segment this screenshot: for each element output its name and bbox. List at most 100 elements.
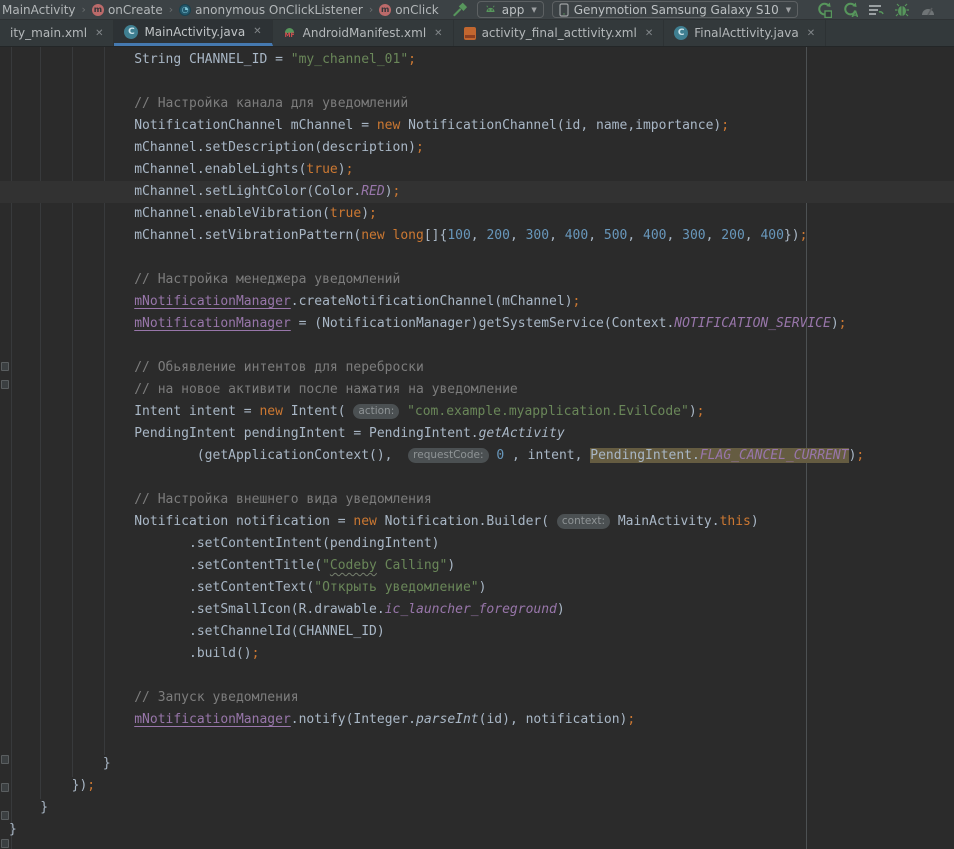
code-token: ) [831, 316, 839, 331]
close-icon[interactable]: ✕ [645, 28, 653, 39]
svg-text:A: A [852, 10, 859, 18]
run-config-label: app [502, 3, 525, 17]
breadcrumb-item-class[interactable]: MainActivity [2, 3, 76, 17]
tab-finalacttivity-java[interactable]: C FinalActtivity.java ✕ [664, 20, 826, 46]
code-token: ; [252, 646, 260, 661]
code-line[interactable] [0, 731, 954, 753]
code-token: ) [338, 162, 346, 177]
code-line[interactable]: .setChannelId(CHANNEL_ID) [0, 621, 954, 643]
code-line[interactable]: NotificationChannel mChannel = new Notif… [0, 115, 954, 137]
code-token: true [306, 162, 337, 177]
code-token: ; [721, 118, 729, 133]
close-icon[interactable]: ✕ [95, 28, 103, 39]
code-token: , [745, 228, 761, 243]
code-token: this [720, 514, 751, 529]
breadcrumb-separator-icon: › [168, 3, 174, 16]
code-line[interactable] [0, 665, 954, 687]
close-icon[interactable]: ✕ [807, 28, 815, 39]
code-token [9, 294, 134, 309]
code-token: .setContentIntent(pendingIntent) [9, 536, 439, 551]
tab-androidmanifest-xml[interactable]: MF AndroidManifest.xml ✕ [273, 20, 454, 46]
code-token: .notify(Integer. [291, 712, 416, 727]
code-line[interactable]: } [0, 797, 954, 819]
code-line[interactable]: mChannel.enableVibration(true); [0, 203, 954, 225]
code-line[interactable]: Notification notification = new Notifica… [0, 511, 954, 533]
code-token: , [627, 228, 643, 243]
profile-icon[interactable] [920, 2, 936, 18]
code-token: // на новое активити после нажатия на ув… [9, 382, 518, 397]
code-line[interactable]: } [0, 753, 954, 775]
code-line[interactable]: PendingIntent pendingIntent = PendingInt… [0, 423, 954, 445]
code-line[interactable]: mChannel.setVibrationPattern(new long[]{… [0, 225, 954, 247]
code-line[interactable]: // Настройка менеджера уведомлений [0, 269, 954, 291]
code-area[interactable]: String CHANNEL_ID = "my_channel_01"; // … [0, 47, 954, 841]
tab-activity-final-xml[interactable]: activity_final_acttivity.xml ✕ [454, 20, 665, 46]
code-token: .createNotificationChannel(mChannel) [291, 294, 573, 309]
attach-debugger-icon[interactable] [868, 2, 884, 18]
code-line[interactable]: mChannel.setLightColor(Color.RED); [0, 181, 954, 203]
close-icon[interactable]: ✕ [434, 28, 442, 39]
debug-icon[interactable] [894, 2, 910, 18]
code-line[interactable]: // на новое активити после нажатия на ув… [0, 379, 954, 401]
code-line[interactable]: String CHANNEL_ID = "my_channel_01"; [0, 49, 954, 71]
code-line[interactable]: // Обьявление интентов для переброски [0, 357, 954, 379]
code-token: (id), notification) [479, 712, 628, 727]
code-token: ; [408, 52, 416, 67]
code-token: .setSmallIcon(R.drawable. [9, 602, 385, 617]
code-line[interactable]: } [0, 819, 954, 841]
code-line[interactable]: Intent intent = new Intent( action: "com… [0, 401, 954, 423]
code-line[interactable]: mNotificationManager.createNotificationC… [0, 291, 954, 313]
code-token: } [9, 822, 17, 837]
code-line[interactable] [0, 247, 954, 269]
code-token: ; [839, 316, 847, 331]
close-icon[interactable]: ✕ [253, 26, 261, 37]
code-line[interactable]: .setSmallIcon(R.drawable.ic_launcher_for… [0, 599, 954, 621]
code-line[interactable]: (getApplicationContext(), requestCode: 0… [0, 445, 954, 467]
code-line[interactable] [0, 71, 954, 93]
build-hammer-icon[interactable] [453, 2, 469, 18]
code-token: MainActivity. [610, 514, 720, 529]
breadcrumb-item-oncreate[interactable]: m onCreate [92, 3, 163, 17]
code-line[interactable]: // Настройка канала для уведомлений [0, 93, 954, 115]
tab-mainactivity-java[interactable]: C MainActivity.java ✕ [114, 20, 272, 46]
code-token: NotificationChannel(id, name,importance) [400, 118, 721, 133]
apply-code-changes-icon[interactable]: A [842, 2, 858, 18]
code-token: ; [856, 448, 864, 463]
code-line[interactable]: // Запуск уведомления [0, 687, 954, 709]
code-line[interactable]: mChannel.enableLights(true); [0, 159, 954, 181]
code-line[interactable]: }); [0, 775, 954, 797]
tab-label: AndroidManifest.xml [303, 26, 427, 40]
code-line[interactable]: // Настройка внешнего вида уведомления [0, 489, 954, 511]
breadcrumb-item-onclick[interactable]: m onClick [379, 3, 439, 17]
code-token: }) [9, 778, 87, 793]
breadcrumb-item-anonymous-class[interactable]: ◔ anonymous OnClickListener [179, 3, 363, 17]
code-token: new [259, 404, 282, 419]
code-line[interactable]: .setContentIntent(pendingIntent) [0, 533, 954, 555]
code-token: String CHANNEL_ID = [9, 52, 291, 67]
code-token: PendingIntent. [590, 448, 700, 463]
tab-label: activity_final_acttivity.xml [482, 26, 637, 40]
code-line[interactable] [0, 467, 954, 489]
device-selector[interactable]: Genymotion Samsung Galaxy S10 ▼ [552, 1, 798, 18]
code-line[interactable]: .setContentTitle("Codeby Calling") [0, 555, 954, 577]
parameter-hint: action: [353, 404, 399, 419]
code-token: } [9, 756, 111, 771]
code-token: mNotificationManager [134, 712, 291, 727]
tab-activity-main-xml[interactable]: ity_main.xml ✕ [0, 20, 114, 46]
code-token: ; [369, 206, 377, 221]
code-line[interactable]: .build(); [0, 643, 954, 665]
code-token: "com.example.myapplication.EvilCode" [407, 404, 689, 419]
apply-changes-restart-icon[interactable] [816, 2, 832, 18]
parameter-hint: context: [557, 514, 610, 529]
code-line[interactable]: mChannel.setDescription(description); [0, 137, 954, 159]
code-line[interactable] [0, 335, 954, 357]
run-config-selector[interactable]: app ▼ [477, 1, 544, 18]
code-line[interactable]: .setContentText("Открыть уведомление") [0, 577, 954, 599]
code-token: mNotificationManager [134, 316, 291, 331]
code-editor[interactable]: String CHANNEL_ID = "my_channel_01"; // … [0, 47, 954, 849]
breadcrumb-label: anonymous OnClickListener [195, 3, 363, 17]
main-toolbar: MainActivity › m onCreate › ◔ anonymous … [0, 0, 954, 20]
code-line[interactable]: mNotificationManager = (NotificationMana… [0, 313, 954, 335]
code-token: "Открыть уведомление" [314, 580, 478, 595]
code-line[interactable]: mNotificationManager.notify(Integer.pars… [0, 709, 954, 731]
